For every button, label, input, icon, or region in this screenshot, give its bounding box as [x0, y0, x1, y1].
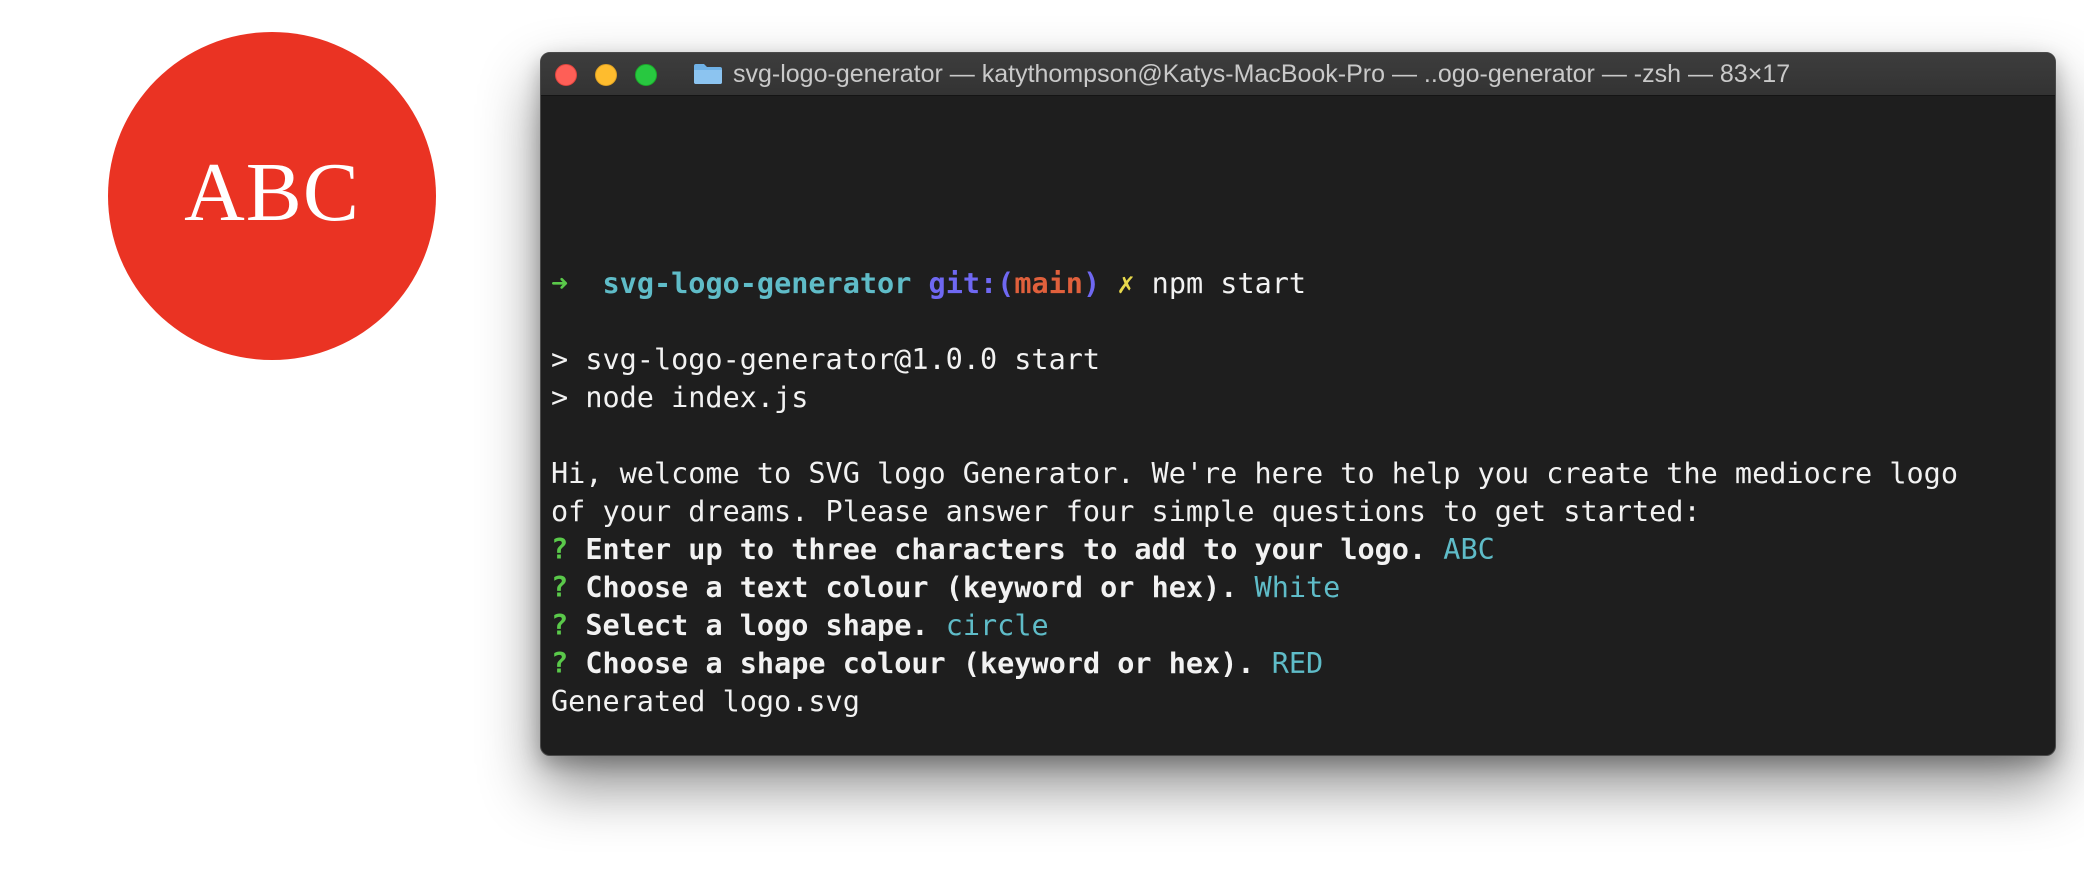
question-marker: ?	[551, 647, 569, 680]
screenshot-canvas: ABC svg-logo-generator — katythompson@Ka…	[0, 0, 2084, 878]
question-line: ? Choose a text colour (keyword or hex).…	[551, 569, 1340, 607]
prompt-git-prefix: git:(	[928, 267, 1015, 300]
script-line: > node index.js	[551, 381, 809, 414]
window-title-group: svg-logo-generator — katythompson@Katys-…	[693, 53, 1790, 95]
terminal-output[interactable]: ➜ svg-logo-generator git:(main) ✗ npm st…	[551, 95, 2045, 755]
question-answer: ABC	[1443, 533, 1495, 566]
title-bar[interactable]: svg-logo-generator — katythompson@Katys-…	[541, 53, 2055, 96]
welcome-line: Hi, welcome to SVG logo Generator. We're…	[551, 457, 1958, 490]
question-marker: ?	[551, 609, 569, 642]
prompt-git-suffix: )	[1082, 267, 1101, 300]
question-marker: ?	[551, 571, 569, 604]
question-line: ? Choose a shape colour (keyword or hex)…	[551, 645, 1323, 683]
question-text: Select a logo shape.	[585, 609, 929, 642]
logo-text: ABC	[184, 146, 360, 239]
question-text: Enter up to three characters to add to y…	[585, 533, 1427, 566]
script-line: > svg-logo-generator@1.0.0 start	[551, 343, 1101, 376]
prompt-dirty-mark: ✗	[1117, 267, 1135, 300]
zoom-icon[interactable]	[635, 64, 657, 86]
prompt-line: ➜ svg-logo-generator git:(main) ✗ npm st…	[551, 265, 1306, 303]
question-marker: ?	[551, 533, 569, 566]
question-text: Choose a text colour (keyword or hex).	[585, 571, 1238, 604]
prompt-directory: svg-logo-generator	[602, 267, 912, 300]
prompt-arrow: ➜	[551, 267, 569, 300]
question-answer: RED	[1271, 647, 1324, 680]
folder-icon	[693, 63, 723, 85]
close-icon[interactable]	[555, 64, 577, 86]
welcome-line: of your dreams. Please answer four simpl…	[551, 495, 1701, 528]
question-text: Choose a shape colour (keyword or hex).	[585, 647, 1255, 680]
question-line: ? Enter up to three characters to add to…	[551, 531, 1495, 569]
logo-preview-circle: ABC	[108, 32, 436, 360]
question-answer: White	[1254, 571, 1341, 604]
minimize-icon[interactable]	[595, 64, 617, 86]
terminal-window[interactable]: svg-logo-generator — katythompson@Katys-…	[540, 52, 2056, 756]
result-line: Generated logo.svg	[551, 685, 860, 718]
prompt-branch: main	[1014, 267, 1083, 300]
window-title: svg-logo-generator — katythompson@Katys-…	[733, 59, 1791, 88]
prompt-command: npm start	[1151, 267, 1307, 300]
question-answer: circle	[945, 609, 1049, 642]
question-line: ? Select a logo shape. circle	[551, 607, 1049, 645]
